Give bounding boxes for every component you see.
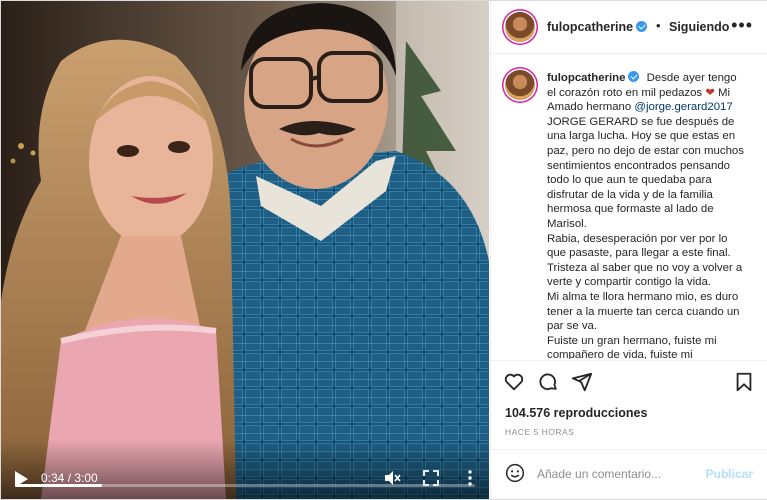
caption-area[interactable]: fulopcatherine Desde ayer tengo el coraz… xyxy=(491,54,767,359)
post-side-panel: fulopcatherine • Siguiendo ••• fulopcath… xyxy=(490,1,767,499)
caption-username[interactable]: fulopcatherine xyxy=(547,71,640,84)
post-header: fulopcatherine • Siguiendo ••• xyxy=(491,1,767,54)
bookmark-icon[interactable] xyxy=(733,371,755,393)
mention-link[interactable]: @jorge.gerard2017 xyxy=(634,101,732,113)
caption-paragraph-2: Rabia, desesperación por ver por lo que … xyxy=(547,232,743,289)
video-controls: 0:34 / 3:00 xyxy=(1,439,489,499)
comment-input[interactable] xyxy=(537,464,697,484)
avatar[interactable] xyxy=(505,12,535,42)
caption-paragraph-3: Mi alma te llora hermano mio, es duro te… xyxy=(547,290,740,333)
caption-paragraph-4: Fuiste un gran hermano, fuiste mi compañ… xyxy=(547,334,717,359)
view-count[interactable]: 104.576 reproducciones xyxy=(505,406,647,420)
video-progress-fill xyxy=(15,484,103,487)
share-icon[interactable] xyxy=(571,371,593,393)
instagram-post: 0:34 / 3:00 fulopcatherine • Siguiendo •… xyxy=(0,0,767,500)
verified-badge-icon xyxy=(636,21,648,32)
publish-button[interactable]: Publicar xyxy=(706,467,753,481)
header-separator: • xyxy=(656,18,661,33)
following-button[interactable]: Siguiendo xyxy=(669,20,729,34)
video-player[interactable]: 0:34 / 3:00 xyxy=(1,1,489,499)
heart-outline-icon[interactable] xyxy=(503,371,525,393)
red-heart-emoji: ❤ xyxy=(705,86,715,99)
emoji-icon[interactable] xyxy=(505,463,525,483)
video-frame-photo xyxy=(1,1,489,499)
video-progress-bar[interactable] xyxy=(15,484,475,487)
post-timestamp[interactable]: HACE 5 HORAS xyxy=(505,427,574,437)
caption-avatar[interactable] xyxy=(505,70,535,100)
more-options-icon[interactable]: ••• xyxy=(731,15,753,36)
header-username[interactable]: fulopcatherine xyxy=(547,20,648,34)
caption-paragraph-1: JORGE GERARD se fue después de una larga… xyxy=(547,115,744,230)
video-time: 0:34 / 3:00 xyxy=(41,471,98,485)
post-actions: 104.576 reproducciones HACE 5 HORAS Publ… xyxy=(491,360,767,498)
comment-icon[interactable] xyxy=(537,371,559,393)
verified-badge-icon xyxy=(628,71,640,82)
comment-box: Publicar xyxy=(491,449,767,498)
caption-text: fulopcatherine Desde ayer tengo el coraz… xyxy=(547,71,747,359)
